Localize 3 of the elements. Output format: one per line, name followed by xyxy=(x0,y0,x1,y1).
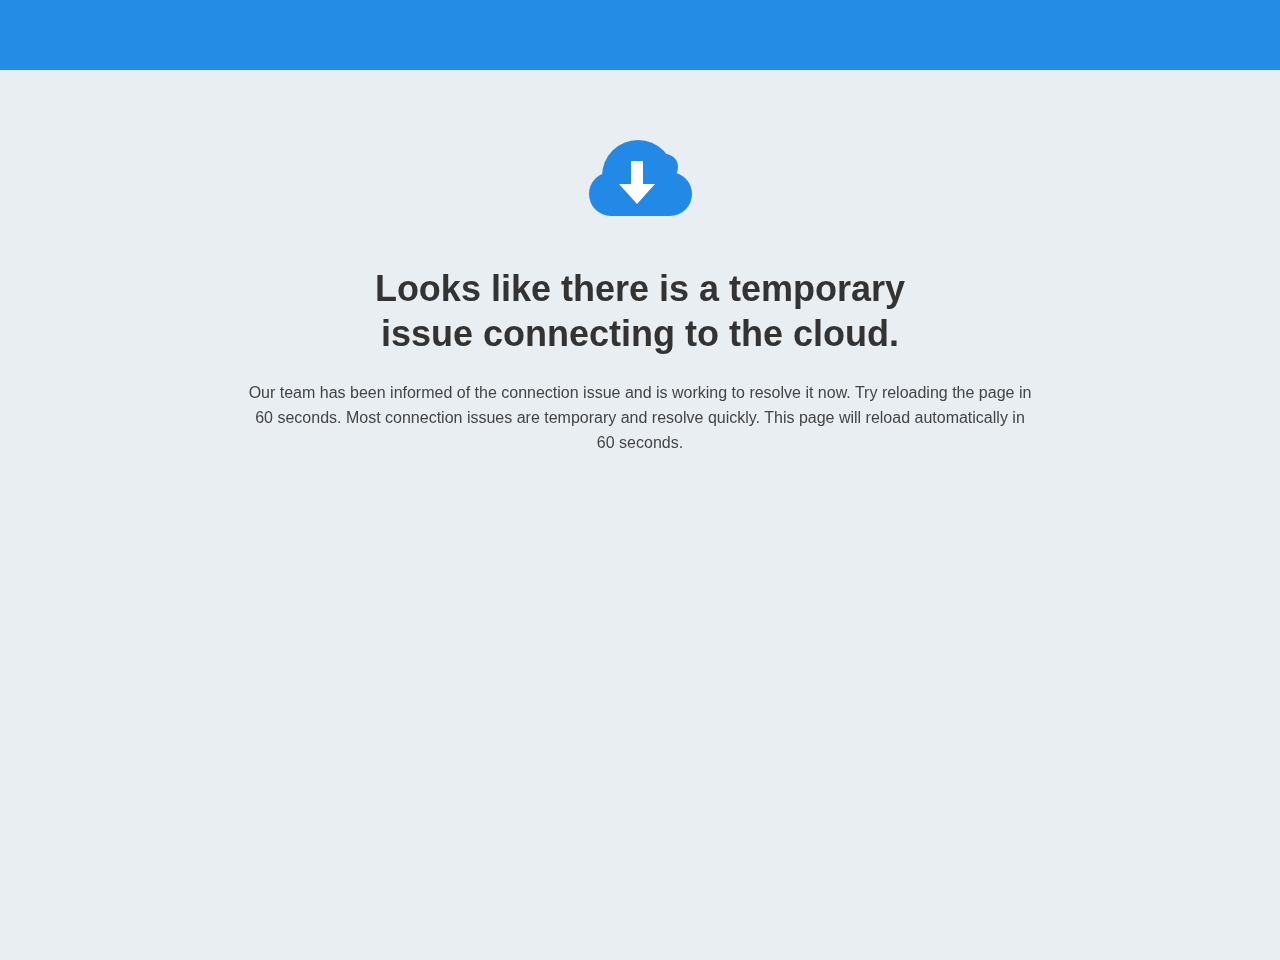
error-description: Our team has been informed of the connection issue and is working to resolve it now. Try reloading the page in 60 seconds. Most connection issues are temporary and resolve quickly. This page will reload automatically in 60 seconds. xyxy=(247,383,1033,453)
error-heading: Looks like there is a temporary issue connecting to the cloud. xyxy=(373,267,907,356)
cloud-download-icon xyxy=(588,140,692,216)
